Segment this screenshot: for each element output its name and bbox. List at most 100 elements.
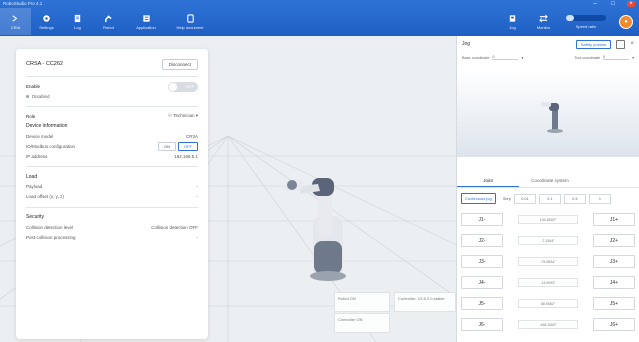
tab-joint[interactable]: Joint xyxy=(457,175,519,187)
modbus-off-button[interactable]: OFF xyxy=(178,141,198,151)
step-option[interactable]: 0.5 xyxy=(563,193,586,204)
divider xyxy=(26,105,198,107)
speed-label: Speed ratio xyxy=(575,23,597,29)
post-collision-value[interactable]: - xyxy=(197,235,199,240)
nav-settings[interactable]: Settings xyxy=(31,8,62,35)
offset-value: - xyxy=(196,194,199,200)
user-avatar[interactable]: ● xyxy=(619,14,633,29)
modbus-label: IO/Modbus configuration xyxy=(26,143,76,149)
speed-slider[interactable] xyxy=(566,14,606,21)
joint-list: J1- 100.8000° J1+ J2- -7.1554° J2+ J3- -75.58… xyxy=(457,209,639,335)
device-info-heading: Device information xyxy=(26,123,68,130)
controller-on-box: Controller ON xyxy=(334,313,390,333)
joint-value: 88.9582° xyxy=(518,299,578,308)
joint-plus-button[interactable]: J3+ xyxy=(593,255,635,268)
speed-ratio[interactable]: Speed ratio xyxy=(559,8,613,35)
application-icon xyxy=(142,14,150,22)
ip-label: IP address xyxy=(26,153,48,159)
nav-label: Jog xyxy=(509,24,516,30)
nav-help[interactable]: Help document xyxy=(168,8,212,35)
joint-minus-button[interactable]: J6- xyxy=(461,318,503,331)
tool-label: Tool coordinate xyxy=(574,55,601,60)
joint-plus-button[interactable]: J4+ xyxy=(593,276,635,289)
enable-toggle[interactable]: OFF xyxy=(168,81,198,92)
nav-right: Jog Monitor Speed ratio ● xyxy=(497,8,639,35)
joint-value: -75.5834° xyxy=(518,257,578,266)
security-heading: Security xyxy=(26,214,45,221)
ip-value: 192.168.5.1 xyxy=(174,153,198,159)
jog-icon xyxy=(509,14,516,22)
joint-plus-button[interactable]: J1+ xyxy=(593,213,635,226)
role-value: Technician xyxy=(173,113,195,119)
close-icon[interactable]: × xyxy=(627,1,635,7)
controller-version-box: Controller: V3.5.2.0-stable xyxy=(394,292,456,312)
joint-value: -7.1554° xyxy=(518,236,578,245)
joint-value: -168.3000° xyxy=(518,320,578,329)
joint-value: -13.6933° xyxy=(518,278,578,287)
nav-monitor[interactable]: Monitor xyxy=(528,8,559,35)
log-icon xyxy=(74,14,81,22)
nav-jog[interactable]: Jog xyxy=(497,8,528,35)
controller-version-label: Controller: V3.5.2.0-stable xyxy=(398,296,445,301)
nav-label: Application xyxy=(136,24,156,30)
post-collision-label: Post-collision processing xyxy=(26,234,76,240)
status-dot-icon xyxy=(26,94,29,98)
joint-plus-button[interactable]: J5+ xyxy=(593,297,635,310)
joint-row: J5- 88.9582° J5+ xyxy=(461,293,635,314)
controller-on-label: Controller ON xyxy=(338,317,363,322)
nav-application[interactable]: Application xyxy=(124,8,168,35)
load-heading: Load xyxy=(26,173,38,180)
collision-value[interactable]: Collision detection OFF xyxy=(151,225,198,230)
help-icon xyxy=(186,13,194,23)
joint-plus-button[interactable]: J6+ xyxy=(593,318,635,331)
safety-posture-button[interactable]: Safety posture xyxy=(575,39,612,49)
device-card: CRSA - CC262 Disconnect Enable OFF Disab… xyxy=(16,49,208,339)
minimize-icon[interactable]: – xyxy=(591,1,599,7)
status-text: Disabled xyxy=(32,93,50,99)
step-option[interactable]: 1 xyxy=(588,193,611,204)
disconnect-button[interactable]: Disconnect xyxy=(161,58,198,70)
model-value: CR3A xyxy=(185,133,198,139)
maximize-icon[interactable]: □ xyxy=(609,1,617,7)
window-controls: – □ × xyxy=(591,1,635,7)
joint-minus-button[interactable]: J5- xyxy=(461,297,503,310)
status-indicator: Disabled xyxy=(26,92,198,101)
close-panel-icon[interactable]: × xyxy=(630,41,634,47)
device-title: CRSA - CC262 xyxy=(26,61,63,67)
gear-icon xyxy=(43,14,50,22)
window-title: RoboStudio Pro 4.1 xyxy=(3,1,43,6)
link-icon xyxy=(12,14,18,22)
modbus-on-button[interactable]: ON xyxy=(158,141,176,151)
joint-plus-button[interactable]: J2+ xyxy=(593,234,635,247)
tab-coordinate-system[interactable]: Coordinate system xyxy=(519,175,581,187)
continuous-jog-button[interactable]: Continuous jog xyxy=(461,193,496,204)
nav-label: Robot xyxy=(103,24,114,30)
step-option[interactable]: 0.01 xyxy=(513,193,536,204)
joint-minus-button[interactable]: J4- xyxy=(461,276,503,289)
joint-row: J1- 100.8000° J1+ xyxy=(461,209,635,230)
robot-preview xyxy=(457,69,639,157)
window-icon[interactable] xyxy=(616,39,626,49)
modbus-switch: ON OFF xyxy=(158,141,198,151)
base-value: 0 xyxy=(492,55,519,60)
robot-preview-model xyxy=(541,102,563,133)
joint-minus-button[interactable]: J1- xyxy=(461,213,503,226)
nav-label: Settings xyxy=(39,24,54,30)
role-label: Role xyxy=(26,113,36,119)
nav-label: CRIA xyxy=(10,24,21,30)
base-coordinate-select[interactable]: Base coordinate 0 ▾ xyxy=(462,55,523,60)
nav-cria[interactable]: CRIA xyxy=(0,8,31,35)
joint-minus-button[interactable]: J2- xyxy=(461,234,503,247)
tool-value: 0 xyxy=(603,55,630,60)
divider xyxy=(26,76,198,77)
tool-coordinate-select[interactable]: Tool coordinate 0 ▾ xyxy=(574,55,634,60)
nav-log[interactable]: Log xyxy=(62,8,93,35)
nav-robot[interactable]: Robot xyxy=(93,8,124,35)
jog-tabs: Joint Coordinate system xyxy=(457,175,639,188)
joint-minus-button[interactable]: J3- xyxy=(461,255,503,268)
joint-row: J2- -7.1554° J2+ xyxy=(461,230,635,251)
role-select[interactable]: ⚇ Technician ▾ xyxy=(168,113,198,119)
robot-icon xyxy=(105,15,112,22)
joint-row: J3- -75.5834° J3+ xyxy=(461,251,635,272)
step-option[interactable]: 0.1 xyxy=(538,193,561,204)
